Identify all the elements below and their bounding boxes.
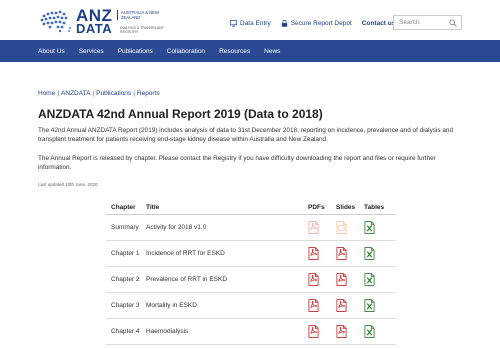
pdf-file-icon xyxy=(308,299,319,312)
title-cell: Activity for 2018 v1.0 xyxy=(146,224,207,231)
table-row: Summary Activity for 2018 v1.0 xyxy=(106,215,396,241)
nav-item-resources[interactable]: Resources xyxy=(219,48,250,55)
search-icon[interactable] xyxy=(449,19,457,27)
title-cell: Mortality in ESKD xyxy=(146,302,197,309)
tables-download-link[interactable] xyxy=(364,273,375,286)
pdf-file-icon xyxy=(336,273,347,286)
slides-download-link[interactable] xyxy=(336,221,347,234)
tables-download-link[interactable] xyxy=(364,325,375,338)
pdf-file-icon xyxy=(308,247,319,260)
nav-item-about-us[interactable]: About Us xyxy=(38,48,65,55)
lock-icon xyxy=(281,20,287,27)
header-pdfs: PDFs xyxy=(308,204,325,211)
search-input[interactable]: Search xyxy=(393,15,462,30)
logo-subtitle: AUSTRALIA & NEW ZEALAND xyxy=(117,10,177,20)
pdf-file-icon xyxy=(308,325,319,338)
site-header: ANZ DATA AUSTRALIA & NEW ZEALAND DIALYSI… xyxy=(0,0,500,40)
main-navigation: About Us Services Publications Collabora… xyxy=(0,40,500,62)
pdf-file-icon xyxy=(336,325,347,338)
breadcrumb-separator: | xyxy=(92,90,95,97)
nav-item-publications[interactable]: Publications xyxy=(118,48,153,55)
breadcrumb-home[interactable]: Home xyxy=(38,90,55,97)
monitor-icon xyxy=(230,20,237,27)
slides-download-link[interactable] xyxy=(336,273,347,286)
anzdata-logo[interactable]: ANZ DATA AUSTRALIA & NEW ZEALAND DIALYSI… xyxy=(38,7,168,36)
breadcrumb-reports[interactable]: Reports xyxy=(137,90,160,97)
excel-file-icon xyxy=(364,273,375,286)
slides-download-link[interactable] xyxy=(336,299,347,312)
slides-file-icon xyxy=(336,221,347,234)
data-entry-label: Data Entry xyxy=(240,20,271,27)
title-cell: Haemodialysis xyxy=(146,328,189,335)
pdf-file-icon xyxy=(336,247,347,260)
chapter-cell: Summary xyxy=(111,224,139,231)
pdf-download-link[interactable] xyxy=(308,247,319,260)
title-cell: Incidence of RRT for ESKD xyxy=(146,250,225,257)
nav-item-services[interactable]: Services xyxy=(79,48,104,55)
logo-text-data: DATA xyxy=(76,21,113,36)
excel-file-icon xyxy=(364,325,375,338)
pdf-file-icon xyxy=(336,299,347,312)
pdf-download-link[interactable] xyxy=(308,299,319,312)
breadcrumb-anzdata[interactable]: ANZDATA xyxy=(61,90,90,97)
title-cell: Prevalence of RRT in ESKD xyxy=(146,276,228,283)
table-row: Chapter 3 Mortality in ESKD xyxy=(106,293,396,319)
utility-links: Data Entry Secure Report Depot Contact u… xyxy=(230,20,405,27)
last-updated: Last updated 10th June, 2020 xyxy=(38,182,98,187)
pdf-file-icon xyxy=(308,221,319,234)
chapter-cell: Chapter 3 xyxy=(111,302,140,309)
breadcrumb-separator: | xyxy=(133,90,135,97)
header-title: Title xyxy=(146,204,160,211)
excel-file-icon xyxy=(364,221,375,234)
page-title: ANZDATA 42nd Annual Report 2019 (Data to… xyxy=(38,107,323,121)
table-row: Chapter 2 Prevalence of RRT in ESKD xyxy=(106,267,396,293)
report-chapters-table: Chapter Title PDFs Slides Tables Summary… xyxy=(106,199,396,345)
slides-download-link[interactable] xyxy=(336,247,347,260)
header-chapter: Chapter xyxy=(111,204,136,211)
pdf-download-link[interactable] xyxy=(308,273,319,286)
logo-subtitle-registry: DIALYSIS & TRANSPLANT REGISTRY xyxy=(120,26,164,35)
release-paragraph: The Annual Report is released by chapter… xyxy=(38,155,436,171)
table-row: Chapter 4 Haemodialysis xyxy=(106,319,396,345)
excel-file-icon xyxy=(364,299,375,312)
chapter-cell: Chapter 4 xyxy=(111,328,140,335)
intro-paragraph: The 42nd Annual ANZDATA Report (2019) in… xyxy=(38,127,454,143)
header-slides: Slides xyxy=(336,204,356,211)
breadcrumb-publications[interactable]: Publications xyxy=(96,90,131,97)
nav-item-collaboration[interactable]: Collaboration xyxy=(167,48,205,55)
pdf-file-icon xyxy=(308,273,319,286)
tables-download-link[interactable] xyxy=(364,247,375,260)
nav-item-news[interactable]: News xyxy=(264,48,280,55)
tables-download-link[interactable] xyxy=(364,299,375,312)
contact-us-link[interactable]: Contact us xyxy=(362,20,396,27)
header-tables: Tables xyxy=(364,204,385,211)
australia-map-icon xyxy=(40,10,72,33)
chapter-cell: Chapter 2 xyxy=(111,276,140,283)
tables-download-link[interactable] xyxy=(364,221,375,234)
excel-file-icon xyxy=(364,247,375,260)
chapter-cell: Chapter 1 xyxy=(111,250,140,257)
secure-report-depot-label: Secure Report Depot xyxy=(290,20,352,27)
secure-report-depot-link[interactable]: Secure Report Depot xyxy=(281,20,352,27)
pdf-download-link[interactable] xyxy=(308,325,319,338)
table-row: Chapter 1 Incidence of RRT for ESKD xyxy=(106,241,396,267)
pdf-download-link[interactable] xyxy=(308,221,319,234)
search-placeholder: Search xyxy=(399,19,420,26)
data-entry-link[interactable]: Data Entry xyxy=(230,20,271,27)
table-header: Chapter Title PDFs Slides Tables xyxy=(106,199,396,215)
breadcrumb-separator: | xyxy=(57,90,60,97)
slides-download-link[interactable] xyxy=(336,325,347,338)
breadcrumb: Home | ANZDATA | Publications | Reports xyxy=(38,90,160,97)
